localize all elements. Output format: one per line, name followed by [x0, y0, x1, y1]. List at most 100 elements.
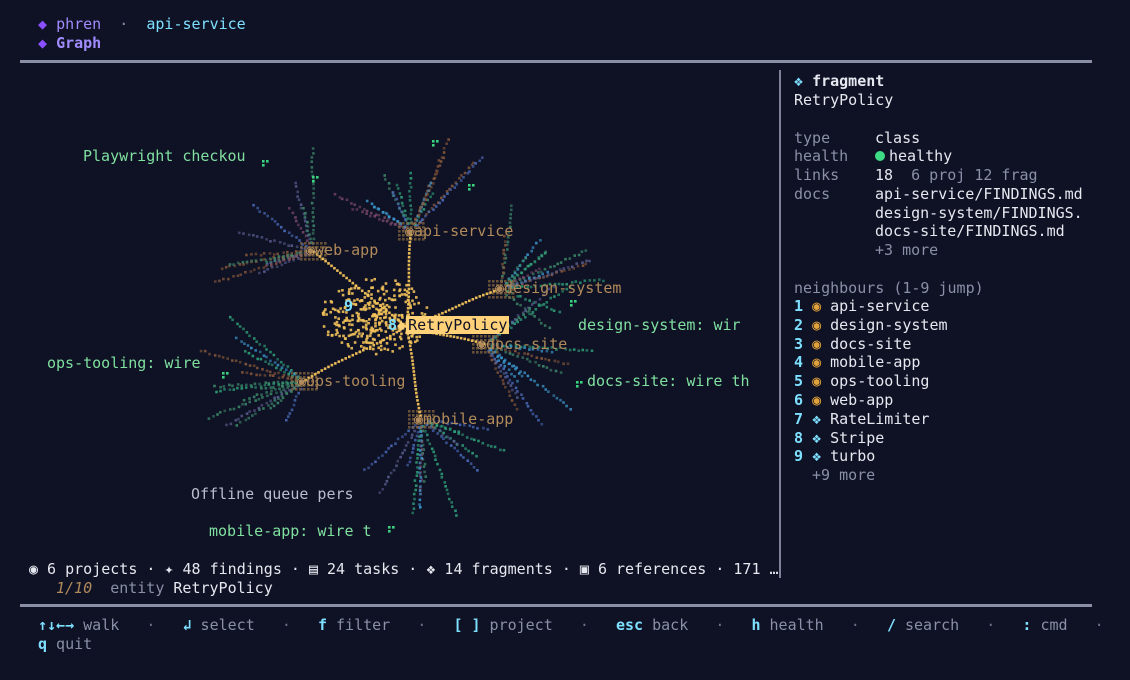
graph-node-design-system[interactable]: ◉design-system	[495, 279, 621, 298]
graph-edge-dot	[384, 483, 387, 486]
neighbour-item[interactable]: 4 ◉ mobile-app	[794, 353, 920, 372]
graph-edge-dot	[222, 385, 226, 388]
graph-edge-dot	[496, 354, 500, 358]
graph-edge-dot	[436, 140, 439, 143]
graph-finding-label[interactable]: ops-tooling: wire	[47, 354, 201, 373]
graph-edge-dot	[244, 362, 248, 366]
graph-edge-dot	[398, 335, 402, 339]
graph-edge-dot	[364, 323, 368, 327]
neighbour-item[interactable]: 1 ◉ api-service	[794, 297, 929, 316]
graph-edge-dot	[509, 213, 512, 216]
neighbour-item[interactable]: 5 ◉ ops-tooling	[794, 372, 929, 391]
graph-edge-dot	[368, 334, 372, 338]
graph-edge-dot	[419, 479, 422, 483]
graph-edge-dot	[455, 514, 458, 517]
graph-node-mobile-app[interactable]: ◉mobile-app	[414, 410, 513, 429]
graph-edge-dot	[413, 380, 417, 384]
graph-edge-dot	[281, 375, 285, 379]
doc-link[interactable]: api-service/FINDINGS.md	[875, 185, 1083, 204]
graph-edge-dot	[468, 170, 471, 173]
graph-edge-dot	[300, 254, 303, 257]
neighbour-item[interactable]: 6 ◉ web-app	[794, 391, 893, 410]
breadcrumb-project[interactable]: api-service	[146, 15, 245, 33]
graph-edge-dot	[544, 388, 547, 391]
graph-edge-dot	[453, 186, 457, 189]
graph-edge-dot	[350, 287, 353, 290]
hint-health[interactable]: h health	[751, 616, 823, 634]
project-icon: ◉	[812, 315, 822, 334]
neighbours-more[interactable]: +9 more	[812, 466, 875, 485]
graph-node-api-service[interactable]: ◉api-service	[405, 222, 513, 241]
graph-edge-dot	[250, 259, 253, 263]
graph-edge-dot	[395, 282, 399, 286]
graph-edge-dot	[424, 475, 427, 478]
graph-edge-dot	[382, 292, 386, 296]
neighbour-item[interactable]: 2 ◉ design-system	[794, 316, 948, 335]
graph-edge-dot	[386, 348, 390, 351]
node-jump-index[interactable]: 9	[344, 297, 353, 316]
hint-label: quit	[47, 635, 93, 653]
hint-filter[interactable]: f filter	[318, 616, 390, 634]
graph-node-focused[interactable]: 8◆ RetryPolicy	[388, 316, 510, 335]
graph-edge-dot	[312, 196, 316, 200]
graph-edge-dot	[387, 182, 391, 185]
hint-back[interactable]: esc back	[616, 616, 688, 634]
graph-edge-dot	[262, 164, 265, 167]
graph-edge-dot	[453, 446, 456, 450]
graph-finding-label[interactable]: Offline queue pers	[191, 485, 354, 504]
graph-edge-dot	[408, 244, 411, 248]
graph-edge-dot	[394, 343, 397, 346]
hint-select[interactable]: ↲ select	[183, 616, 255, 634]
neighbour-item[interactable]: 7 ❖ RateLimiter	[794, 410, 929, 429]
graph-edge-dot	[261, 396, 264, 399]
graph-edge-dot	[270, 363, 274, 367]
graph-edge-dot	[277, 255, 281, 258]
graph-edge-dot	[323, 367, 327, 370]
hint-walk[interactable]: ↑↓←→ walk	[38, 616, 119, 634]
graph-edge-dot	[283, 229, 286, 233]
graph-edge-dot	[292, 403, 296, 407]
neighbour-item[interactable]: 3 ◉ docs-site	[794, 335, 911, 354]
graph-edge-dot	[296, 190, 299, 194]
hint-project[interactable]: [ ] project	[453, 616, 552, 634]
hint-search[interactable]: / search	[887, 616, 959, 634]
hint-cmd[interactable]: : cmd	[1022, 616, 1067, 634]
graph-node-web-app[interactable]: ◉web-app	[306, 241, 378, 260]
graph-node-docs-site[interactable]: ◉docs-site	[477, 335, 567, 354]
graph-edge-dot	[491, 354, 494, 358]
graph-canvas[interactable]	[20, 70, 780, 550]
graph-edge-dot	[288, 207, 291, 210]
graph-edge-dot	[327, 262, 330, 265]
graph-edge-dot	[536, 383, 539, 387]
graph-finding-label[interactable]: docs-site: wire th	[587, 372, 750, 391]
graph-node-ops-tooling[interactable]: ◉ops-tooling	[297, 372, 405, 391]
graph-edge-dot	[407, 271, 411, 275]
graph-edge-dot	[537, 418, 540, 422]
graph-edge-dot	[503, 364, 507, 368]
doc-link[interactable]: docs-site/FINDINGS.md	[875, 222, 1065, 241]
graph-edge-dot	[312, 207, 315, 210]
cursor-status: 1/10 entity RetryPolicy	[56, 579, 273, 598]
graph-finding-label[interactable]: mobile-app: wire t	[209, 522, 372, 541]
hint-quit[interactable]: q quit	[38, 635, 92, 653]
graph-finding-label[interactable]: Playwright checkou	[83, 147, 246, 166]
panel-divider	[779, 70, 781, 578]
graph-edge-dot	[310, 160, 313, 163]
graph-edge-dot	[381, 211, 385, 214]
neighbour-item[interactable]: 8 ❖ Stripe	[794, 429, 884, 448]
docs-more[interactable]: +3 more	[875, 241, 938, 260]
graph-edge-dot	[400, 293, 404, 296]
graph-edge-dot	[576, 264, 580, 268]
graph-edge-dot	[436, 169, 439, 173]
graph-edge-dot	[291, 388, 294, 391]
graph-edge-dot	[268, 370, 272, 374]
graph-edge-dot	[300, 258, 303, 261]
doc-link[interactable]: design-system/FINDINGS.	[875, 204, 1083, 223]
graph-edge-dot	[279, 360, 283, 364]
neighbour-item[interactable]: 9 ❖ turbo	[794, 447, 875, 466]
graph-edge-dot	[251, 414, 254, 417]
graph-edge-dot	[398, 283, 401, 286]
graph-finding-label[interactable]: design-system: wir	[578, 316, 741, 335]
graph-edge-dot	[514, 386, 518, 390]
graph-edge-dot	[340, 358, 344, 362]
